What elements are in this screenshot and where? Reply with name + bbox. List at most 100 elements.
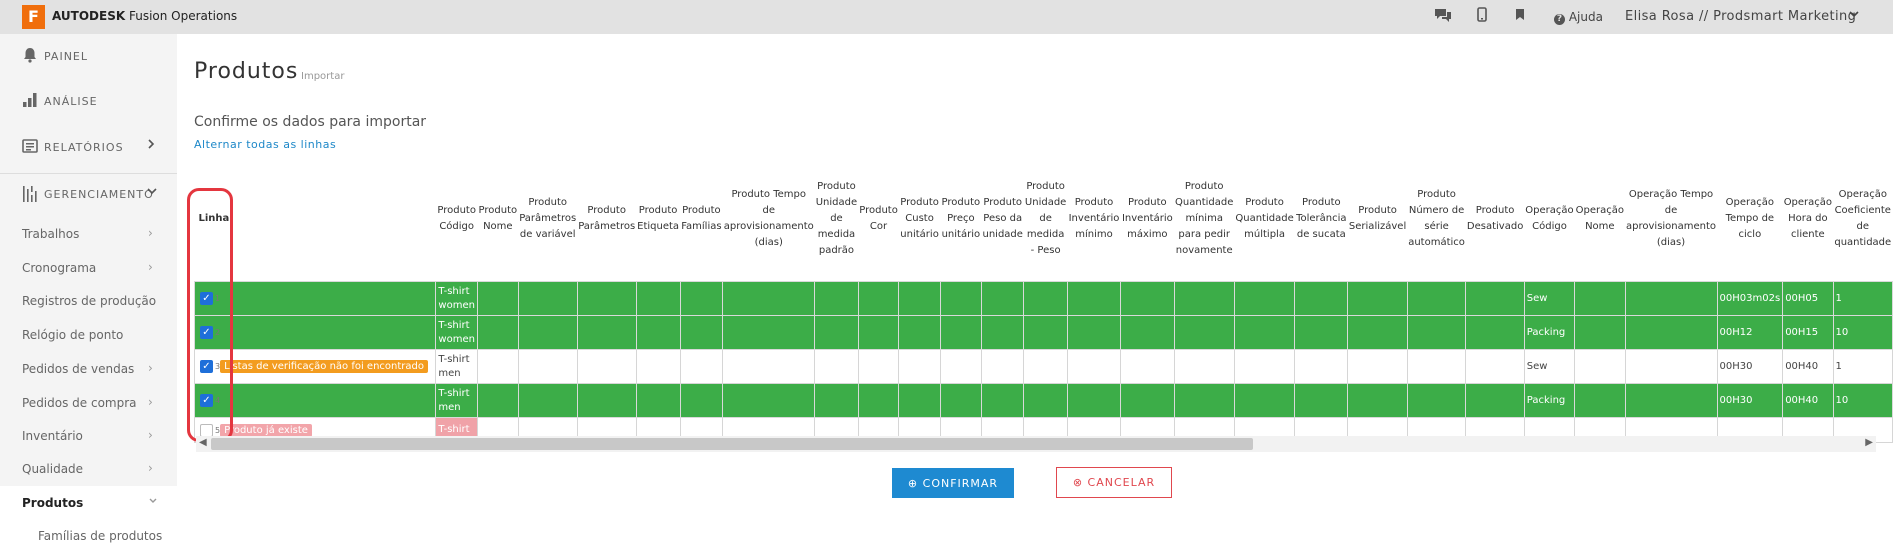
table-cell xyxy=(1120,349,1175,384)
table-cell xyxy=(814,315,859,350)
user-menu[interactable]: Elisa Rosa // Prodsmart Marketing xyxy=(1625,9,1856,24)
sidebar-item-pedidos-vendas[interactable]: Pedidos de vendas › xyxy=(0,352,177,386)
toggle-all-rows-link[interactable]: Alternar todas as linhas xyxy=(194,138,336,151)
table-cell xyxy=(1023,383,1068,418)
table-cell xyxy=(1465,315,1525,350)
client-time-cell: 00H40 xyxy=(1782,383,1834,418)
column-header: Operação Coeficiente de quantidade xyxy=(1834,189,1892,248)
table-cell xyxy=(635,383,681,418)
sidebar-item-produtos[interactable]: Produtos xyxy=(0,486,177,520)
chevron-right-icon: › xyxy=(148,260,153,274)
table-cell xyxy=(898,349,941,384)
sidebar-item-familias[interactable]: Famílias de produtos xyxy=(0,519,177,553)
chat-icon[interactable] xyxy=(1433,7,1453,27)
table-row[interactable]: ✓ 1 T-shirt women Sew 00H03m02s 00H05 1 xyxy=(193,281,1893,316)
table-cell xyxy=(635,315,681,350)
column-header: Produto Inventário máximo xyxy=(1121,197,1173,240)
chevron-down-icon xyxy=(148,495,158,509)
sidebar-item-pedidos-compra[interactable]: Pedidos de compra › xyxy=(0,386,177,420)
table-row[interactable]: ✓ 3 Listas de verificação não foi encontra… xyxy=(193,349,1893,384)
confirm-instructions: Confirme os dados para importar xyxy=(194,114,427,130)
scroll-left-icon[interactable]: ◀ xyxy=(199,437,207,448)
horizontal-scrollbar[interactable]: ◀ ▶ xyxy=(196,436,1876,452)
sidebar-item-cronograma[interactable]: Cronograma › xyxy=(0,251,177,285)
table-cell xyxy=(1233,315,1296,350)
table-cell xyxy=(517,383,578,418)
sidebar-item-painel[interactable]: PAINEL xyxy=(0,34,177,80)
table-cell xyxy=(517,315,578,350)
chevron-right-icon: › xyxy=(148,226,153,240)
column-header: Produto Tolerância de sucata xyxy=(1296,197,1347,240)
table-cell xyxy=(722,315,816,350)
table-cell xyxy=(814,349,859,384)
table-cell xyxy=(576,315,637,350)
table-cell xyxy=(1066,281,1122,316)
column-header: Operação Tempo de aprovisionamento (dias… xyxy=(1626,189,1717,248)
table-cell xyxy=(1406,383,1467,418)
help-link[interactable]: ? Ajuda xyxy=(1554,10,1603,25)
cancel-button[interactable]: ⊗ CANCELAR xyxy=(1056,467,1172,498)
table-cell xyxy=(1023,349,1068,384)
table-cell xyxy=(635,349,681,384)
table-cell xyxy=(1023,315,1068,350)
table-cell xyxy=(1294,383,1349,418)
table-cell xyxy=(679,349,724,384)
sidebar-item-inventario[interactable]: Inventário › xyxy=(0,419,177,453)
table-cell xyxy=(1624,315,1718,350)
table-cell xyxy=(898,281,941,316)
cycle-time-cell: 00H03m02s xyxy=(1716,281,1784,316)
table-cell xyxy=(1120,315,1175,350)
table-cell xyxy=(857,349,900,384)
help-icon: ? xyxy=(1554,14,1565,25)
confirm-button[interactable]: ⊕ CONFIRMAR xyxy=(892,468,1014,498)
table-cell xyxy=(1066,315,1122,350)
table-cell xyxy=(1023,281,1068,316)
table-cell xyxy=(1465,281,1525,316)
table-cell xyxy=(476,315,519,350)
table-cell xyxy=(1347,383,1408,418)
table-row[interactable]: ✓ 4 T-shirt men Packing 00H30 00H40 10 xyxy=(193,383,1893,418)
table-cell xyxy=(1294,281,1349,316)
scrollbar-thumb[interactable] xyxy=(211,438,1253,450)
table-cell xyxy=(1624,281,1718,316)
table-cell xyxy=(1574,315,1626,350)
table-cell xyxy=(1347,349,1408,384)
table-cell xyxy=(1233,281,1296,316)
sidebar-item-trabalhos[interactable]: Trabalhos › xyxy=(0,217,177,251)
bar-chart-icon xyxy=(22,92,40,110)
sidebar-item-registros[interactable]: Registros de produção xyxy=(0,284,177,318)
table-row[interactable]: ✓ 2 T-shirt women Packing 00H12 00H15 10 xyxy=(193,315,1893,350)
table-cell xyxy=(1066,349,1122,384)
client-time-cell: 00H15 xyxy=(1782,315,1834,350)
sidebar-item-qualidade[interactable]: Qualidade › xyxy=(0,452,177,486)
column-header: Produto Etiqueta xyxy=(637,205,680,232)
linha-column-highlight xyxy=(187,188,233,442)
chevron-down-icon[interactable] xyxy=(1848,8,1860,24)
mobile-icon[interactable] xyxy=(1472,7,1492,27)
scroll-right-icon[interactable]: ▶ xyxy=(1865,437,1873,448)
column-header: Produto Tempo de aprovisionamento (dias) xyxy=(723,189,814,248)
table-cell xyxy=(517,281,578,316)
sidebar-item-relogio[interactable]: Relógio de ponto xyxy=(0,318,177,352)
product-code-cell: T-shirt women xyxy=(435,281,478,316)
error-badge: Produto já existe xyxy=(220,423,312,437)
table-cell xyxy=(898,383,941,418)
operation-code-cell: Sew xyxy=(1523,349,1576,384)
bookmark-icon[interactable] xyxy=(1510,7,1530,27)
table-cell xyxy=(1173,281,1235,316)
cycle-time-cell: 00H30 xyxy=(1716,383,1784,418)
table-cell xyxy=(1574,383,1626,418)
table-cell xyxy=(1120,383,1175,418)
table-cell xyxy=(1066,383,1122,418)
sidebar-item-analise[interactable]: ANÁLISE xyxy=(0,79,177,125)
table-cell xyxy=(980,281,1025,316)
table-cell xyxy=(857,383,900,418)
table-cell xyxy=(1406,315,1467,350)
table-cell xyxy=(857,315,900,350)
quantity-coefficient-cell: 10 xyxy=(1832,383,1893,418)
quantity-coefficient-cell: 10 xyxy=(1832,315,1893,350)
sidebar-item-relatorios[interactable]: RELATÓRIOS xyxy=(0,125,177,171)
sidebar-item-gerenciamento[interactable]: GERENCIAMENTO xyxy=(0,172,177,218)
column-header: Produto Unidade de medida padrão xyxy=(815,181,858,256)
table-cell xyxy=(1233,349,1296,384)
